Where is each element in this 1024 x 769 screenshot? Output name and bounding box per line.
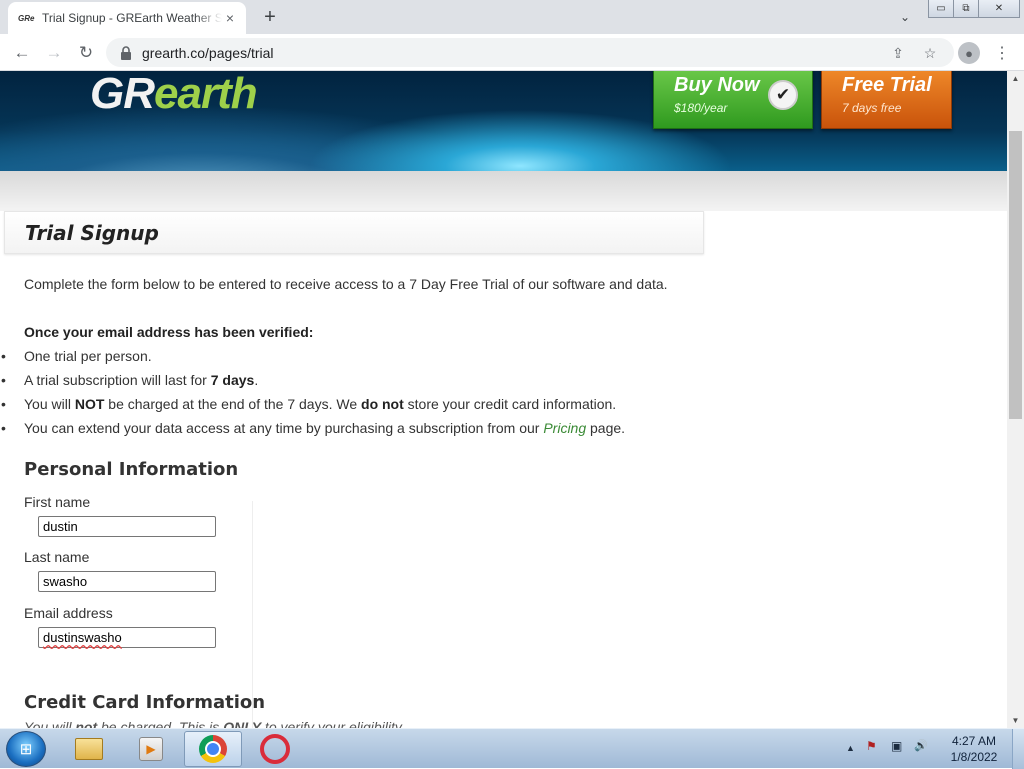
forward-arrow-icon[interactable]: → xyxy=(42,41,66,65)
bullet-text: You will xyxy=(24,396,75,412)
media-player-icon[interactable]: ▶ xyxy=(122,731,180,767)
folder-icon xyxy=(75,738,103,760)
clock-date: 1/8/2022 xyxy=(950,750,998,764)
opera-logo-icon xyxy=(260,734,290,764)
free-trial-button[interactable]: Free Trial 7 days free xyxy=(821,71,952,129)
credit-card-heading: Credit Card Information xyxy=(24,692,266,713)
note-text: to verify your eligibility. xyxy=(261,719,405,728)
verify-heading: Once your email address has been verifie… xyxy=(24,324,314,340)
buy-now-button[interactable]: Buy Now $180/year ✔ xyxy=(653,71,813,129)
back-arrow-icon[interactable]: ← xyxy=(10,41,34,65)
first-name-label: First name xyxy=(24,494,91,510)
file-explorer-icon[interactable] xyxy=(60,731,118,767)
page-scrollbar[interactable]: ▲ ▼ xyxy=(1007,71,1024,728)
logo-gr-text: GR xyxy=(90,71,155,118)
tab-search-icon[interactable]: ⌄ xyxy=(895,8,915,26)
restore-button[interactable]: ⧉ xyxy=(953,0,979,18)
windows-taskbar: ⊞ ▶ ▲ ⚑ ▣ 🔊 4:27 AM 1/8/2022 xyxy=(0,728,1024,769)
scroll-up-arrow-icon[interactable]: ▲ xyxy=(1007,71,1024,86)
tab-close-icon[interactable]: × xyxy=(222,10,238,26)
close-window-button[interactable]: ✕ xyxy=(978,0,1020,18)
grearth-logo[interactable]: GR earth xyxy=(90,71,258,119)
checkmark-icon: ✔ xyxy=(768,80,798,110)
first-name-value: dustin xyxy=(43,519,78,534)
profile-icon[interactable]: ● xyxy=(958,42,980,64)
note-text: be charged. This is xyxy=(97,719,224,728)
address-bar[interactable]: grearth.co/pages/trial ⇪ ☆ xyxy=(106,38,954,67)
share-icon[interactable]: ⇪ xyxy=(888,43,908,63)
browser-tab-bar: GRe Trial Signup - GREarth Weather S × +… xyxy=(0,0,1024,34)
note-bold-text: not xyxy=(75,719,98,728)
note-bold-text: ONLY xyxy=(223,719,262,728)
show-desktop-button[interactable] xyxy=(1012,729,1024,769)
minimize-button[interactable]: ▭ xyxy=(928,0,954,18)
chrome-icon[interactable] xyxy=(184,731,242,767)
pricing-link[interactable]: Pricing xyxy=(543,420,586,436)
last-name-field[interactable]: swasho xyxy=(38,571,216,592)
bullet-bold-text: 7 days xyxy=(210,372,255,388)
personal-info-heading: Personal Information xyxy=(24,459,239,480)
free-trial-subtitle: 7 days free xyxy=(842,101,902,115)
bullet-text: page. xyxy=(586,420,626,436)
email-field[interactable]: dustinswasho xyxy=(38,627,216,648)
bullet-text: You can extend your data access at any t… xyxy=(24,420,544,436)
bullet-text: store your credit card information. xyxy=(403,396,617,412)
kebab-menu-icon[interactable]: ⋮ xyxy=(992,42,1012,64)
bullet-text: One trial per person. xyxy=(24,348,152,364)
list-item: You will NOT be charged at the end of th… xyxy=(0,396,700,420)
page-title: Trial Signup xyxy=(25,220,159,245)
logo-earth-text: earth xyxy=(154,71,258,118)
clock-time: 4:27 AM xyxy=(951,734,997,748)
network-icon[interactable]: ▣ xyxy=(891,739,902,753)
trial-rules-list: One trial per person. A trial subscripti… xyxy=(0,348,700,444)
play-icon: ▶ xyxy=(139,737,163,761)
bullet-bold-text: do not xyxy=(361,396,404,412)
list-item: A trial subscription will last for 7 day… xyxy=(0,372,700,396)
scroll-down-arrow-icon[interactable]: ▼ xyxy=(1007,713,1024,728)
first-name-field[interactable]: dustin xyxy=(38,516,216,537)
credit-card-note: You will not be charged. This is ONLY to… xyxy=(24,719,405,728)
bullet-text: . xyxy=(254,372,259,388)
site-banner: GR earth Buy Now $180/year ✔ Free Trial … xyxy=(0,71,1007,171)
intro-section: Complete the form below to be entered to… xyxy=(1,276,764,436)
star-icon[interactable]: ☆ xyxy=(920,43,940,63)
opera-icon[interactable] xyxy=(246,731,304,767)
scrollbar-thumb[interactable] xyxy=(1009,131,1022,419)
system-clock[interactable]: 4:27 AM 1/8/2022 xyxy=(944,733,1004,765)
action-center-flag-icon[interactable]: ⚑ xyxy=(866,739,877,753)
free-trial-label: Free Trial xyxy=(842,74,932,96)
browser-toolbar: ← → ↻ grearth.co/pages/trial ⇪ ☆ ● ⋮ xyxy=(0,34,1024,71)
intro-text: Complete the form below to be entered to… xyxy=(24,276,668,292)
browser-tab[interactable]: GRe Trial Signup - GREarth Weather S × xyxy=(8,2,246,34)
chrome-logo-icon xyxy=(199,735,227,763)
tab-title: Trial Signup - GREarth Weather S xyxy=(42,11,222,25)
bullet-text: A trial subscription will last for xyxy=(24,372,211,388)
lock-icon[interactable] xyxy=(120,45,132,60)
new-tab-button[interactable]: + xyxy=(258,6,282,28)
page-title-box: Trial Signup xyxy=(4,211,704,254)
list-item: You can extend your data access at any t… xyxy=(0,420,700,444)
email-value: dustinswasho xyxy=(43,630,122,645)
last-name-label: Last name xyxy=(24,549,90,565)
volume-icon[interactable]: 🔊 xyxy=(914,739,928,752)
page-viewport: GR earth Buy Now $180/year ✔ Free Trial … xyxy=(0,71,1007,728)
last-name-value: swasho xyxy=(43,574,88,589)
bullet-text: be charged at the end of the 7 days. We xyxy=(104,396,362,412)
tray-overflow-arrow-icon[interactable]: ▲ xyxy=(846,743,855,753)
bullet-bold-text: NOT xyxy=(74,396,105,412)
list-item: One trial per person. xyxy=(0,348,700,372)
reload-icon[interactable]: ↻ xyxy=(74,41,98,65)
site-favicon-icon: GRe xyxy=(18,13,35,23)
start-button[interactable]: ⊞ xyxy=(6,731,46,767)
banner-shadow-strip xyxy=(0,171,1007,211)
url-text[interactable]: grearth.co/pages/trial xyxy=(142,45,274,61)
email-label: Email address xyxy=(24,605,113,621)
note-text: You will xyxy=(24,719,76,728)
